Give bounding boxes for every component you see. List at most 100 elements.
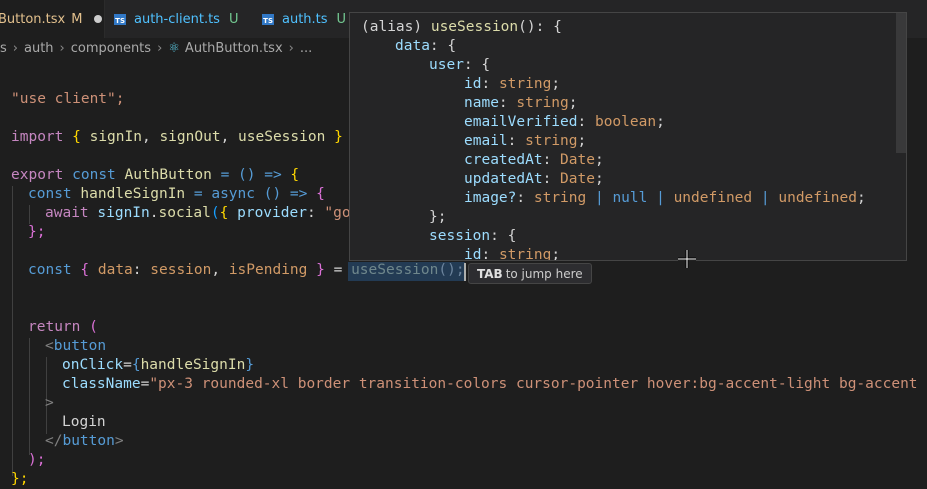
breadcrumb-item[interactable]: auth (24, 41, 54, 56)
tab-divider (104, 0, 105, 38)
code-line: Login (62, 414, 106, 430)
chevron-right-icon: › (59, 40, 65, 56)
chevron-right-icon: › (157, 40, 163, 56)
indent-guide (29, 338, 30, 455)
hover-token: createdAt (464, 152, 543, 168)
code-line: onClick={handleSignIn} (62, 357, 255, 373)
hover-token: undefined (673, 190, 753, 206)
hover-token: (alias) (361, 19, 423, 35)
text-cursor (464, 263, 466, 281)
breadcrumb-item[interactable]: ... (300, 41, 312, 56)
code-line: "use client"; (11, 90, 125, 109)
code-token: AuthButton (124, 167, 212, 183)
code-token: "px-3 rounded-xl border transition-color… (149, 376, 927, 392)
code-line: className="px-3 rounded-xl border transi… (62, 375, 927, 394)
hover-token: user (429, 57, 464, 73)
tab-status: U (228, 11, 239, 27)
hover-line: email: string; (464, 133, 587, 149)
tab-auth[interactable]: TS auth.ts U (254, 0, 354, 38)
hover-token: string (516, 95, 569, 111)
code-token: button (62, 433, 115, 449)
hover-line: id: string; (464, 247, 561, 261)
tab-label: auth.ts (282, 11, 328, 27)
hover-token: emailVerified (464, 114, 578, 130)
crosshair-cursor-icon (678, 250, 696, 268)
tab-jump-hint: TAB to jump here (468, 263, 592, 284)
hover-line: session: { (429, 228, 517, 244)
hover-token: email (464, 133, 508, 149)
code-token: "go (324, 205, 351, 221)
hover-token: data (395, 38, 430, 54)
ts-file-icon: TS (262, 13, 274, 25)
breadcrumb-item[interactable]: components (71, 41, 151, 56)
code-token: { (72, 129, 81, 145)
code-token: isPending (228, 262, 308, 278)
code-token: ( (89, 319, 98, 335)
tab-key-label: TAB (477, 266, 503, 281)
tab-auth-client[interactable]: TS auth-client.ts U (106, 0, 246, 38)
code-line: export const AuthButton = () => { (11, 166, 299, 185)
hover-token: image? (464, 190, 517, 206)
chevron-right-icon: › (12, 40, 18, 56)
indent-guide (12, 186, 13, 476)
code-token: signOut (159, 129, 221, 145)
hover-token: useSession (430, 19, 519, 35)
code-token: import (11, 129, 64, 145)
tab-label: auth-client.ts (134, 11, 220, 27)
code-token: { (290, 167, 300, 183)
breadcrumb-item[interactable]: AuthButton.tsx (185, 41, 283, 56)
hover-token: name (464, 95, 499, 111)
code-token: provider (237, 205, 307, 221)
tab-hint-text: to jump here (505, 266, 583, 281)
hover-line: }; (429, 209, 447, 225)
code-token: button (53, 338, 107, 354)
code-token: = () => (220, 167, 282, 183)
hover-line: data: { (395, 38, 457, 54)
code-token: { (316, 186, 325, 202)
react-icon: ⚛ (168, 40, 180, 56)
code-token: session (150, 262, 212, 278)
tab-authbutton[interactable]: Button.tsx M (0, 0, 104, 38)
code-line: </button> (45, 433, 124, 449)
code-token: const (28, 262, 72, 278)
tab-label: Button.tsx (0, 11, 66, 27)
code-token: const (28, 186, 72, 202)
code-line: import { signIn, signOut, useSession } (11, 129, 343, 145)
hover-token: string (533, 190, 587, 206)
code-token: = async () => (193, 186, 308, 202)
hover-token: undefined (778, 190, 857, 206)
hover-line: id: string; (464, 76, 561, 92)
hover-token: Date (560, 171, 595, 187)
code-token: className (62, 376, 141, 392)
code-line: <button (45, 338, 107, 354)
code-token: signIn (97, 205, 150, 221)
hover-line: image?: string | null | undefined | unde… (464, 190, 866, 206)
hover-token: string (525, 133, 578, 149)
hover-token: string (498, 76, 552, 92)
hover-token: boolean (594, 114, 657, 130)
indent-guide (29, 205, 30, 224)
code-line: ); (28, 452, 46, 468)
tab-status: U (336, 11, 347, 27)
modified-dot-icon[interactable] (94, 15, 103, 23)
hover-line: updatedAt: Date; (464, 171, 604, 187)
hover-token: session (429, 228, 491, 244)
hover-token: Date (560, 152, 595, 168)
hover-token: updatedAt (464, 171, 543, 187)
code-token: const (72, 167, 116, 183)
hover-line: user: { (429, 57, 491, 73)
code-token: handleSignIn (80, 186, 186, 202)
hover-scrollbar[interactable] (896, 13, 906, 153)
breadcrumb-item[interactable]: s (0, 41, 7, 56)
code-line: return ( (28, 318, 98, 337)
ts-file-icon: TS (114, 13, 126, 25)
hover-token: id (464, 76, 482, 92)
hover-token: null (612, 190, 648, 206)
hover-line: (alias) useSession(): { (361, 18, 562, 37)
hover-tooltip[interactable]: (alias) useSession(): { data: { user: { … (349, 12, 907, 261)
code-token: handleSignIn (140, 357, 246, 373)
symbol-highlight (348, 262, 465, 281)
code-line: }; (11, 471, 29, 487)
hover-line: emailVerified: boolean; (464, 114, 665, 130)
code-token: data (97, 262, 133, 278)
